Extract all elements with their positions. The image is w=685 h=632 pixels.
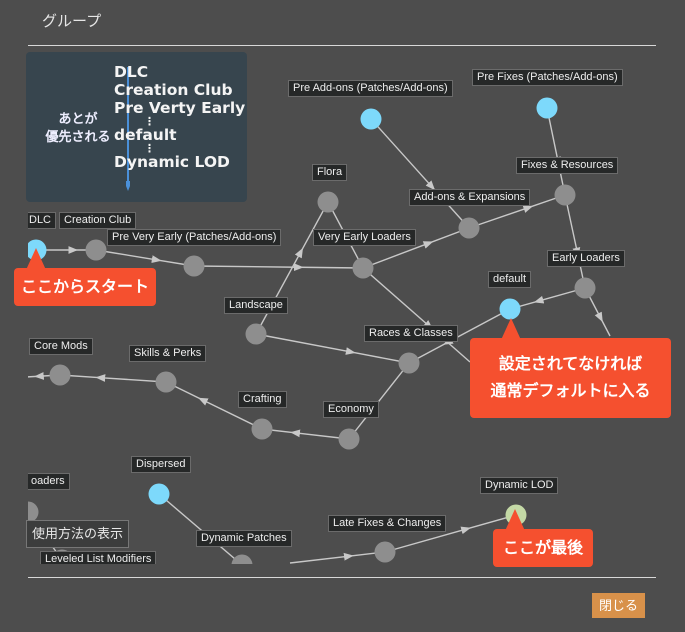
legend-item: DLC (114, 63, 149, 81)
node-label-races[interactable]: Races & Classes (364, 325, 458, 342)
graph-node-landscape[interactable] (245, 323, 267, 345)
graph-edge (95, 249, 195, 267)
node-label-dynamic-lod[interactable]: Dynamic LOD (480, 477, 559, 494)
graph-edge (261, 428, 350, 440)
node-label-early-loaders[interactable]: Early Loaders (547, 250, 625, 267)
legend-note-line: あとが (58, 111, 98, 126)
graph-edge (193, 263, 364, 272)
graph-edge (509, 287, 586, 310)
callout-tip (505, 509, 525, 531)
callout-start-text: ここからスタート (20, 277, 149, 296)
legend-item: Dynamic LOD (114, 153, 230, 171)
graph-node-very-early[interactable] (352, 257, 374, 279)
graph-edge (370, 118, 470, 229)
callout-default-line: 設定されてなければ (498, 354, 643, 373)
graph-node-races[interactable] (398, 352, 420, 374)
callout-default: 設定されてなければ 通常デフォルトに入る (470, 318, 671, 418)
node-label-pre-fixes[interactable]: Pre Fixes (Patches/Add-ons) (472, 69, 623, 86)
dialog-title: グループ (42, 13, 102, 30)
graph-node-pre-fixes[interactable] (536, 97, 558, 119)
node-label-creation-club[interactable]: Creation Club (59, 212, 137, 229)
callout-last: ここが最後 (493, 509, 593, 567)
node-label-very-early[interactable]: Very Early Loaders (313, 229, 416, 246)
graph-edge (59, 374, 167, 383)
node-label-skills[interactable]: Skills & Perks (129, 345, 207, 362)
legend-priority-note: あとが 優先される (32, 110, 124, 146)
graph-edge (362, 267, 471, 363)
callout-last-text: ここが最後 (502, 538, 583, 557)
graph-node-skills[interactable] (155, 371, 177, 393)
node-label-dlc[interactable]: DLC (28, 212, 57, 229)
legend-item: default (114, 126, 177, 144)
graph-node-economy[interactable] (338, 428, 360, 450)
graph-node-pre-addons[interactable] (360, 108, 382, 130)
graph-node-default[interactable] (499, 298, 521, 320)
graph-node-addons[interactable] (458, 217, 480, 239)
priority-legend: あとが 優先される DLC Creation Club Pre Verty Ea… (26, 52, 247, 202)
node-label-landscape[interactable]: Landscape (224, 297, 288, 314)
graph-node-flora[interactable] (317, 191, 339, 213)
graph-node-early-loaders[interactable] (574, 277, 596, 299)
node-label-core-mods[interactable]: Core Mods (29, 338, 93, 355)
node-label-pre-very-early[interactable]: Pre Very Early (Patches/Add-ons) (107, 229, 282, 246)
footer-divider (28, 577, 656, 578)
node-label-fixes[interactable]: Fixes & Resources (516, 157, 619, 174)
legend-item: Pre Verty Early (114, 99, 246, 117)
node-label-dispersed[interactable]: Dispersed (131, 456, 191, 473)
show-usage-button[interactable]: 使用方法の表示 (26, 520, 130, 548)
graph-node-core-mods[interactable] (49, 364, 71, 386)
node-label-default[interactable]: default (488, 271, 532, 288)
node-label-dynamic-patches[interactable]: Dynamic Patches (196, 530, 292, 547)
ellipsis-icon: ⋮ (144, 115, 155, 128)
graph-node-dispersed[interactable] (148, 483, 170, 505)
graph-edge (564, 194, 586, 289)
graph-node-fixes[interactable] (554, 184, 576, 206)
graph-edge (158, 493, 242, 564)
node-label-addons[interactable]: Add-ons & Expansions (409, 189, 531, 206)
graph-edge (289, 551, 386, 564)
graph-node-crafting[interactable] (251, 418, 273, 440)
node-label-leveled-list[interactable]: Leveled List Modifiers (40, 551, 157, 564)
legend-note-line: 優先される (45, 129, 111, 144)
node-label-pre-addons[interactable]: Pre Add-ons (Patches/Add-ons) (288, 80, 453, 97)
callout-start: ここからスタート (14, 248, 156, 306)
node-label-economy[interactable]: Economy (323, 401, 379, 418)
close-button[interactable]: 閉じる (592, 593, 646, 618)
graph-node-pre-very-early[interactable] (183, 255, 205, 277)
callout-default-line: 通常デフォルトに入る (490, 381, 651, 400)
node-label-late-fixes[interactable]: Late Fixes & Changes (328, 515, 447, 532)
graph-node-late-fixes[interactable] (374, 541, 396, 563)
legend-item: Creation Club (114, 81, 233, 99)
node-label-flora[interactable]: Flora (312, 164, 348, 181)
callout-tip (501, 318, 521, 340)
graph-edge (546, 107, 566, 196)
callout-tip (26, 248, 46, 270)
node-label-loaders[interactable]: oaders (28, 473, 70, 490)
graph-node-creation-club[interactable] (85, 239, 107, 261)
ellipsis-icon: ⋮ (144, 142, 155, 155)
legend-order-list: DLC Creation Club Pre Verty Early ⋮ defa… (114, 63, 245, 171)
node-label-crafting[interactable]: Crafting (238, 391, 287, 408)
graph-node-dynamic-patches[interactable] (231, 554, 253, 565)
